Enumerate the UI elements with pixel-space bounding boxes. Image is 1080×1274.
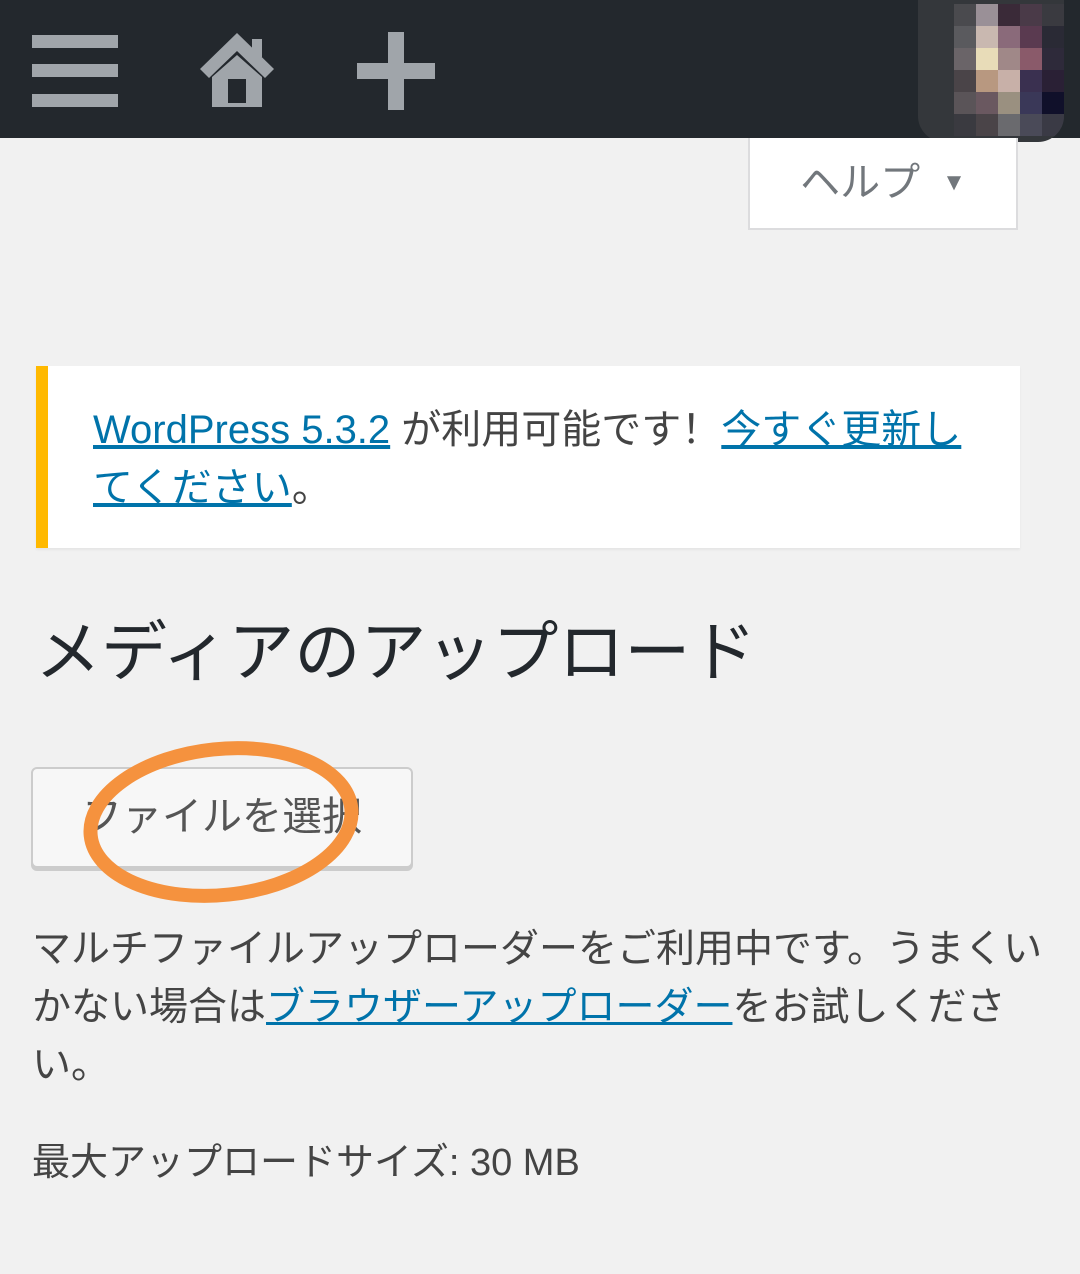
plus-icon[interactable] [357,32,435,110]
home-icon[interactable] [200,33,274,109]
max-upload-size: 最大アップロードサイズ: 30 MB [32,1142,580,1184]
uploader-info-text: マルチファイルアップローダーをご利用中です。うまくいかない場合はブラウザーアップ… [32,921,1052,1095]
admin-bar [0,0,1080,142]
select-files-button[interactable]: ファイルを選択 [31,767,413,868]
wordpress-version-link[interactable]: WordPress 5.3.2 [93,408,390,452]
menu-icon-bar [32,94,118,107]
avatar-image [954,4,1064,136]
plus-icon-graphic [357,32,435,110]
page-title: メディアのアップロード [35,615,757,689]
menu-icon[interactable] [32,35,118,107]
help-tab-label: ヘルプ [800,161,921,205]
help-tab-button[interactable]: ヘルプ ▼ [748,138,1018,230]
browser-uploader-link[interactable]: ブラウザーアップローダー [266,986,732,1029]
update-notice: WordPress 5.3.2 が利用可能です！今すぐ更新してください。 [36,366,1020,548]
dropdown-arrow-icon: ▼ [942,169,966,196]
update-notice-message: が利用可能です！ [390,408,722,452]
home-icon-graphic [200,33,274,107]
menu-icon-bar [32,64,118,77]
menu-icon-bar [32,35,118,48]
update-notice-text: WordPress 5.3.2 が利用可能です！今すぐ更新してください。 [93,401,980,517]
avatar[interactable] [918,0,1064,142]
update-notice-period: 。 [291,466,332,510]
